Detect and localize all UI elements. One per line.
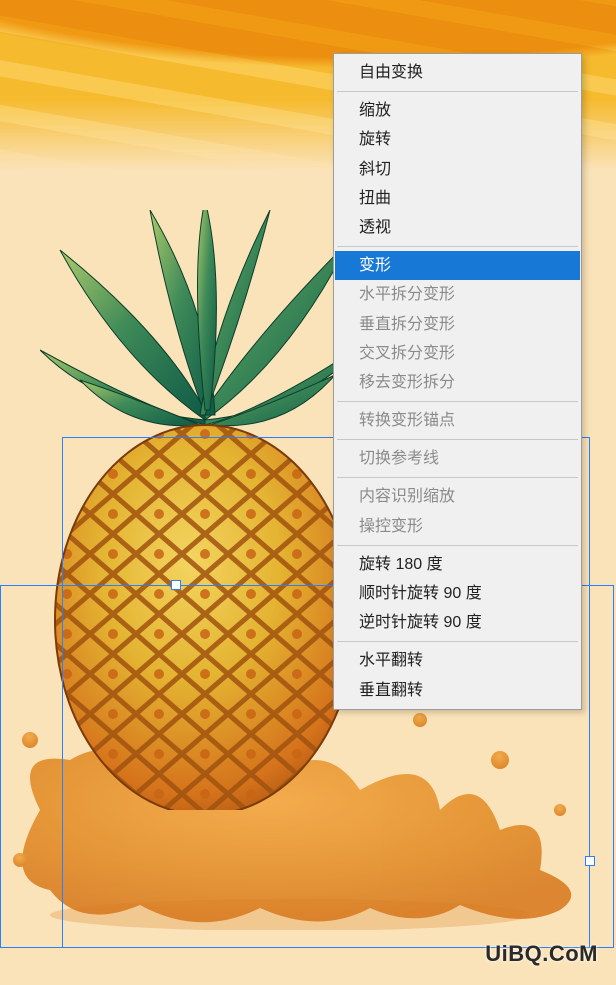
menu-flip-h[interactable]: 水平翻转 <box>335 646 580 675</box>
menu-free-transform[interactable]: 自由变换 <box>335 58 580 87</box>
menu-split-warp-v: 垂直拆分变形 <box>335 310 580 339</box>
menu-flip-v[interactable]: 垂直翻转 <box>335 676 580 705</box>
menu-separator <box>337 477 578 478</box>
menu-separator <box>337 439 578 440</box>
transform-context-menu: 自由变换缩放旋转斜切扭曲透视变形水平拆分变形垂直拆分变形交叉拆分变形移去变形拆分… <box>333 53 582 710</box>
menu-toggle-guides: 切换参考线 <box>335 444 580 473</box>
menu-scale[interactable]: 缩放 <box>335 96 580 125</box>
menu-separator <box>337 91 578 92</box>
editor-canvas[interactable]: 自由变换缩放旋转斜切扭曲透视变形水平拆分变形垂直拆分变形交叉拆分变形移去变形拆分… <box>0 0 616 985</box>
menu-separator <box>337 401 578 402</box>
menu-rotate-90-ccw[interactable]: 逆时针旋转 90 度 <box>335 608 580 637</box>
menu-rotate-180[interactable]: 旋转 180 度 <box>335 550 580 579</box>
menu-remove-warp-split: 移去变形拆分 <box>335 368 580 397</box>
menu-skew[interactable]: 斜切 <box>335 155 580 184</box>
menu-separator <box>337 246 578 247</box>
menu-distort[interactable]: 扭曲 <box>335 184 580 213</box>
menu-separator <box>337 641 578 642</box>
menu-content-aware-scale: 内容识别缩放 <box>335 482 580 511</box>
menu-warp[interactable]: 变形 <box>335 251 580 280</box>
menu-split-warp-h: 水平拆分变形 <box>335 280 580 309</box>
menu-rotate[interactable]: 旋转 <box>335 125 580 154</box>
menu-separator <box>337 545 578 546</box>
menu-puppet-warp: 操控变形 <box>335 512 580 541</box>
menu-convert-warp-anchor: 转换变形锚点 <box>335 406 580 435</box>
transform-handle[interactable] <box>585 856 595 866</box>
menu-split-warp-cross: 交叉拆分变形 <box>335 339 580 368</box>
menu-perspective[interactable]: 透视 <box>335 213 580 242</box>
menu-rotate-90-cw[interactable]: 顺时针旋转 90 度 <box>335 579 580 608</box>
watermark: UiBQ.CoM <box>485 941 598 967</box>
